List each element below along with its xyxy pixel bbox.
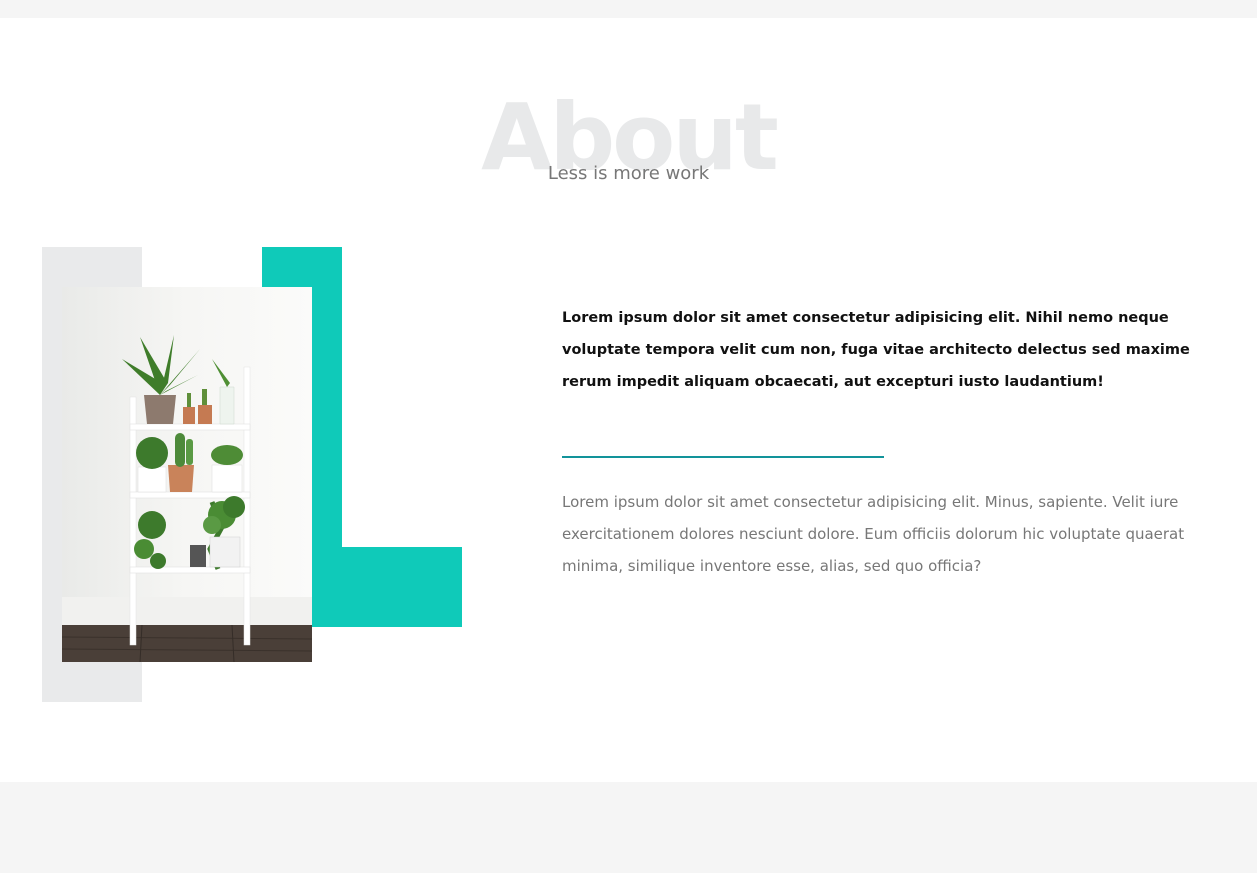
about-lead-text: Lorem ipsum dolor sit amet consectetur a… — [562, 310, 1190, 390]
top-section-edge — [0, 0, 1257, 18]
teal-divider-line — [562, 456, 884, 458]
next-section — [0, 782, 1257, 873]
plant-shelf-photo — [62, 287, 312, 662]
about-subtitle: Less is more work — [547, 163, 710, 184]
about-section: About Less is more work Lorem ipsum dolo… — [0, 18, 1257, 782]
about-body-text: Lorem ipsum dolor sit amet consectetur a… — [562, 493, 1185, 575]
plant-shelf-image — [62, 287, 312, 662]
